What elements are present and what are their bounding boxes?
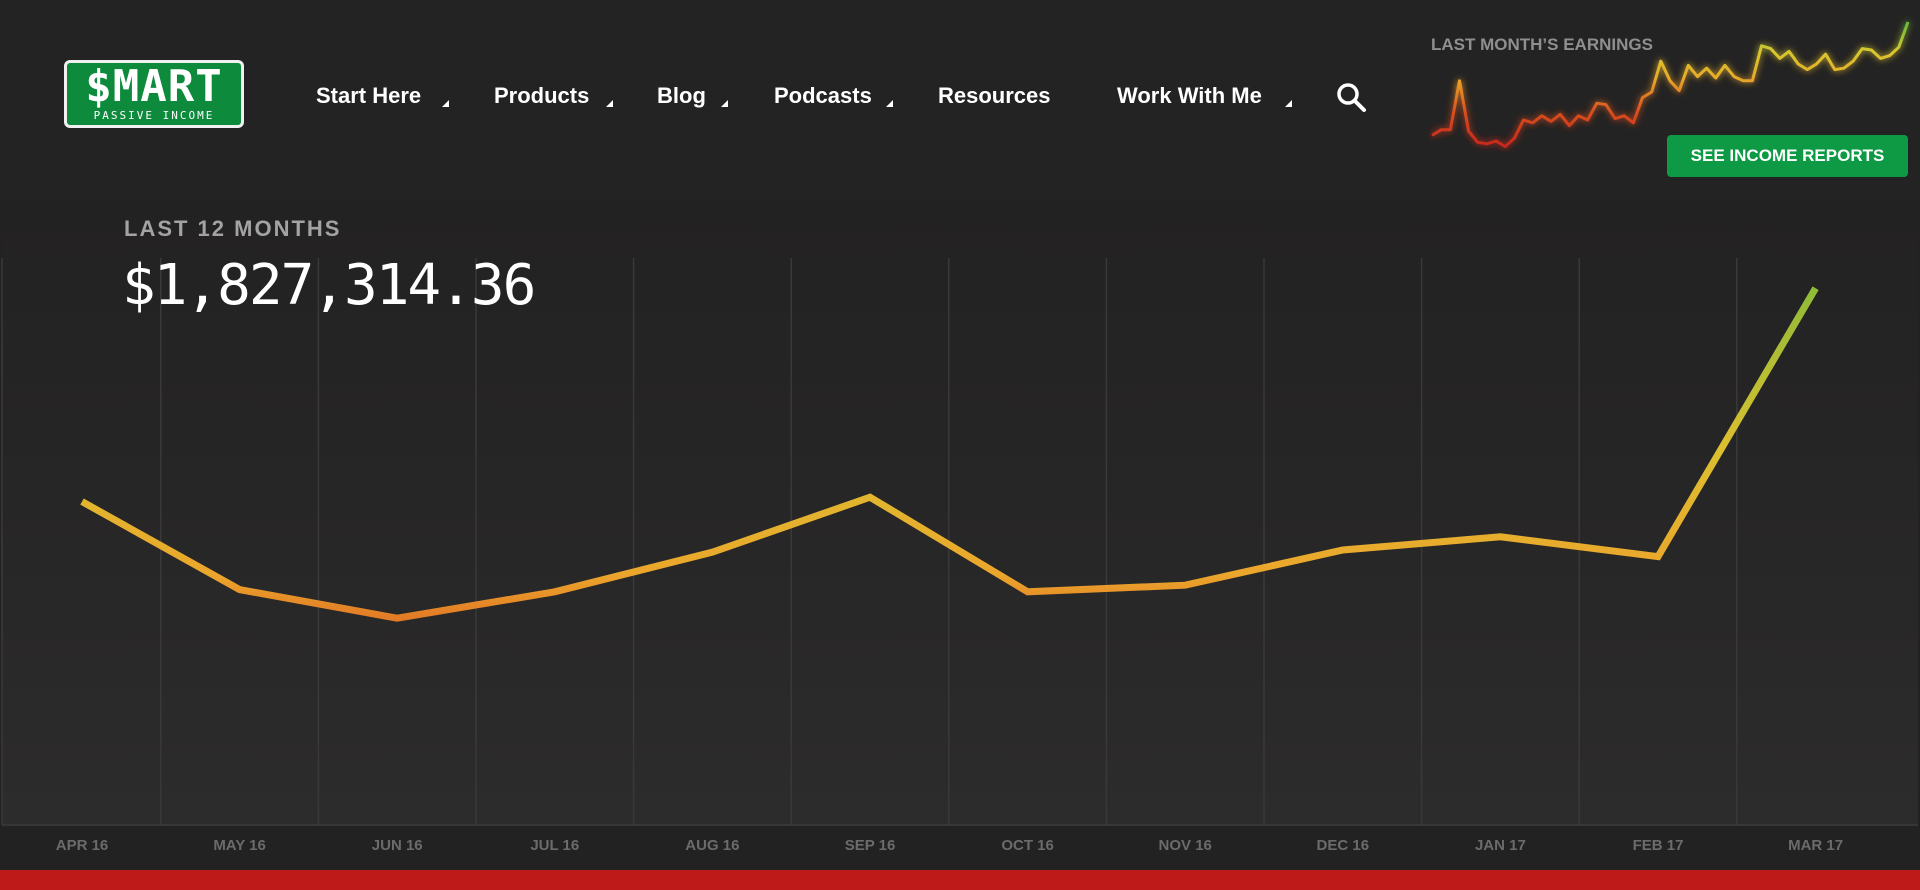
chart-column-panel [1264, 198, 1422, 825]
data-point[interactable] [394, 615, 401, 622]
data-point[interactable] [1812, 285, 1819, 292]
data-point[interactable] [709, 549, 716, 556]
x-tick-label: JUL 16 [530, 837, 579, 854]
caret-icon [442, 100, 449, 107]
sparkline-series [1431, 21, 1910, 149]
x-tick-label: MAR 17 [1788, 837, 1843, 854]
data-point[interactable] [1182, 582, 1189, 589]
chart-column-panel [1106, 198, 1264, 825]
chart-column-panel [791, 198, 949, 825]
chart-title: LAST 12 MONTHS [124, 216, 342, 241]
caret-icon [886, 100, 893, 107]
nav-podcasts[interactable]: Podcasts [774, 80, 893, 112]
caret-icon [606, 100, 613, 107]
caret-icon [721, 100, 728, 107]
site-header: $MART PASSIVE INCOME Start Here Products… [0, 0, 1920, 198]
chart-column-panel [1736, 198, 1918, 825]
data-point[interactable] [236, 586, 243, 593]
data-point[interactable] [551, 588, 558, 595]
chart-column-panel [1579, 198, 1737, 825]
data-point[interactable] [1024, 588, 1031, 595]
nav-resources[interactable]: Resources [938, 80, 1051, 112]
x-tick-label: FEB 17 [1633, 837, 1684, 854]
x-tick-label: NOV 16 [1159, 837, 1212, 854]
nav-label: Products [494, 83, 590, 108]
data-point[interactable] [867, 494, 874, 501]
data-point[interactable] [79, 498, 86, 505]
x-tick-label: APR 16 [56, 837, 109, 854]
data-point[interactable] [1655, 553, 1662, 560]
nav-label: Blog [657, 83, 706, 108]
nav-label: Podcasts [774, 83, 872, 108]
x-tick-label: AUG 16 [685, 837, 739, 854]
site-logo[interactable]: $MART PASSIVE INCOME [64, 60, 244, 128]
x-tick-label: MAY 16 [213, 837, 266, 854]
chart-column-panel [633, 198, 792, 825]
x-tick-label: SEP 16 [845, 837, 896, 854]
nav-label: Start Here [316, 83, 422, 108]
caret-icon [1285, 100, 1292, 107]
x-tick-label: JUN 16 [372, 837, 423, 854]
nav-label: Work With Me [1117, 83, 1262, 108]
data-point[interactable] [1339, 547, 1346, 554]
search-icon[interactable] [1335, 81, 1367, 113]
x-tick-label: JAN 17 [1475, 837, 1526, 854]
data-point[interactable] [1497, 533, 1504, 540]
footer-accent-bar [0, 870, 1920, 890]
x-tick-label: OCT 16 [1001, 837, 1054, 854]
x-tick-label: DEC 16 [1317, 837, 1370, 854]
nav-products[interactable]: Products [494, 80, 613, 112]
nav-start-here[interactable]: Start Here [316, 80, 449, 112]
logo-main-text: $MART [85, 61, 223, 112]
see-income-reports-button[interactable]: SEE INCOME REPORTS [1667, 135, 1908, 177]
chart-column-panel [1421, 198, 1580, 825]
nav-label: Resources [938, 83, 1051, 108]
nav-blog[interactable]: Blog [657, 80, 728, 112]
chart-total-value: $1,827,314.36 [122, 253, 536, 318]
chart-column-panel [948, 198, 1107, 825]
nav-work-with-me[interactable]: Work With Me [1117, 80, 1292, 112]
